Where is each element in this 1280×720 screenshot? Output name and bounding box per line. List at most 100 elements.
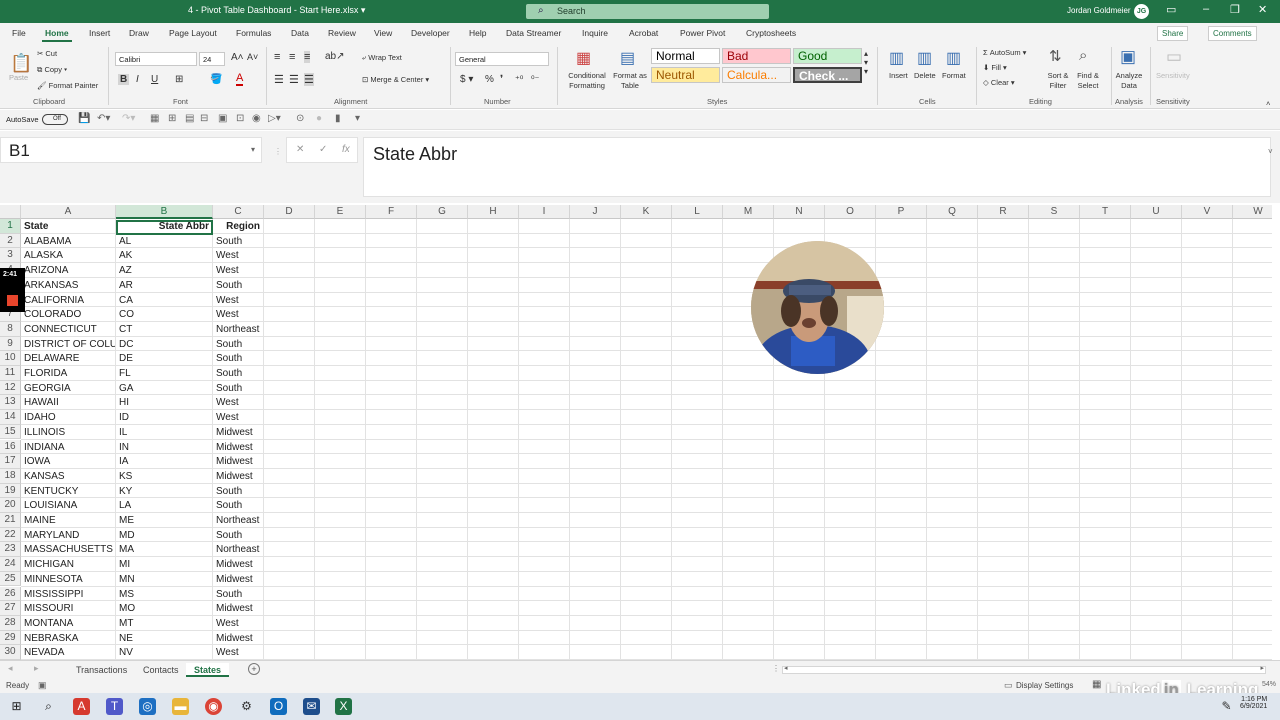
tab-formulas[interactable]: Formulas [236,28,271,38]
paste-icon[interactable]: 📋 [10,53,32,74]
row-header[interactable]: 30 [0,645,21,660]
table-cell[interactable]: West [213,248,263,263]
tab-acrobat[interactable]: Acrobat [629,28,658,38]
table-cell[interactable]: CO [116,307,212,322]
redo-icon[interactable]: ↷▾ [122,113,135,124]
display-settings-button[interactable]: Display Settings [1016,681,1073,690]
save-icon[interactable]: 💾 [78,113,90,124]
table-cell[interactable]: Northeast [213,322,263,337]
table-cell[interactable]: South [213,278,263,293]
table-cell[interactable]: Midwest [213,631,263,646]
table-cell[interactable]: South [213,234,263,249]
table-cell[interactable]: South [213,484,263,499]
italic-button[interactable]: I [136,74,139,85]
table-cell[interactable]: MASSACHUSETTS [21,542,115,557]
settings-gear-icon[interactable]: ⚙ [238,698,255,715]
formula-input[interactable]: State Abbr [363,137,1271,197]
table-cell[interactable]: MN [116,572,212,587]
app-icon[interactable]: ◎ [139,698,156,715]
bold-button[interactable]: B [118,74,130,85]
format-table-button[interactable]: Format as Table [612,71,648,91]
sheet-tab-transactions[interactable]: Transactions [68,663,135,677]
table-cell[interactable]: IL [116,425,212,440]
column-header[interactable]: J [570,205,621,219]
column-header[interactable]: M [723,205,774,219]
decrease-font-icon[interactable]: A˅ [247,52,258,62]
column-header[interactable]: W [1233,205,1272,219]
select-all-corner[interactable] [0,205,21,219]
table-cell[interactable]: NEVADA [21,645,115,660]
table-cell[interactable]: South [213,337,263,352]
insert-function-icon[interactable]: fx [342,144,350,155]
column-header[interactable]: H [468,205,519,219]
styles-scroll-icon[interactable]: ▴ ▾ ▾ [864,49,868,76]
qat-tool-icon[interactable]: ⊟ [200,113,208,124]
font-color-icon[interactable]: A [236,72,244,86]
table-cell[interactable]: IN [116,440,212,455]
sheet-tab-contacts[interactable]: Contacts [135,663,187,677]
user-name[interactable]: Jordan Goldmeier [1067,6,1131,15]
table-cell[interactable]: South [213,528,263,543]
enter-icon[interactable]: ✓ [319,144,327,155]
table-cell[interactable]: West [213,616,263,631]
table-cell[interactable]: West [213,307,263,322]
row-header[interactable]: 22 [0,527,21,543]
clear-button[interactable]: ◇ Clear ▾ [983,78,1015,87]
table-cell[interactable]: GEORGIA [21,381,115,396]
table-cell[interactable]: MAINE [21,513,115,528]
column-header[interactable]: C [213,205,264,219]
merge-center-button[interactable]: ⊡ Merge & Center ▾ [362,75,429,84]
style-neutral[interactable]: Neutral [651,67,720,83]
table-cell[interactable]: MISSOURI [21,601,115,616]
table-cell[interactable]: AK [116,248,212,263]
table-cell[interactable]: LOUISIANA [21,498,115,513]
scroll-left-icon[interactable]: ◂ [784,664,788,672]
table-cell[interactable]: South [213,498,263,513]
column-header[interactable]: G [417,205,468,219]
tab-home[interactable]: Home [42,28,72,42]
table-cell[interactable]: ALASKA [21,248,115,263]
format-cells-button[interactable]: Format [942,71,966,80]
table-cell[interactable]: KANSAS [21,469,115,484]
table-cell[interactable]: KY [116,484,212,499]
table-cell[interactable]: MD [116,528,212,543]
splitter-icon[interactable]: ⋮ [274,147,282,156]
table-cell[interactable]: MINNESOTA [21,572,115,587]
underline-button[interactable]: U [151,74,158,85]
table-cell[interactable]: Midwest [213,440,263,455]
delete-cells-icon[interactable]: ▥ [917,48,932,68]
mail-icon[interactable]: ✉ [303,698,320,715]
table-cell[interactable]: MONTANA [21,616,115,631]
table-cell[interactable]: NEBRASKA [21,631,115,646]
comma-icon[interactable]: ❜ [500,74,503,85]
table-cell[interactable]: Midwest [213,454,263,469]
column-header[interactable]: T [1080,205,1131,219]
style-check[interactable]: Check ... [793,67,862,83]
format-painter-button[interactable]: 🖌 Format Painter [37,81,98,90]
table-cell[interactable]: Midwest [213,601,263,616]
table-cell[interactable]: DISTRICT OF COLUMBIA [21,337,115,352]
table-cell[interactable]: MICHIGAN [21,557,115,572]
camera-icon[interactable]: ◉ [252,113,261,124]
table-cell[interactable]: MI [116,557,212,572]
table-cell[interactable]: FLORIDA [21,366,115,381]
table-cell[interactable]: IDAHO [21,410,115,425]
table-cell[interactable]: South [213,351,263,366]
table-cell[interactable]: South [213,366,263,381]
tab-cryptosheets[interactable]: Cryptosheets [746,28,796,38]
copy-button[interactable]: ⧉ Copy ▾ [37,65,67,75]
customize-qat-icon[interactable]: ▾ [355,113,360,124]
next-sheet-icon[interactable]: ▸ [34,663,39,674]
table-cell[interactable]: DE [116,351,212,366]
table-cell[interactable]: State [21,219,115,234]
horizontal-scrollbar[interactable]: ◂ ▸ [782,664,1266,674]
table-cell[interactable]: Northeast [213,542,263,557]
windows-start-icon[interactable]: ⊞ [8,698,25,715]
insert-cells-button[interactable]: Insert [889,71,908,80]
row-header[interactable]: 18 [0,468,21,484]
column-header[interactable]: P [876,205,927,219]
column-header[interactable]: O [825,205,876,219]
table-cell[interactable]: DC [116,337,212,352]
sheet-tab-states[interactable]: States [186,663,230,677]
table-cell[interactable]: ALABAMA [21,234,115,249]
